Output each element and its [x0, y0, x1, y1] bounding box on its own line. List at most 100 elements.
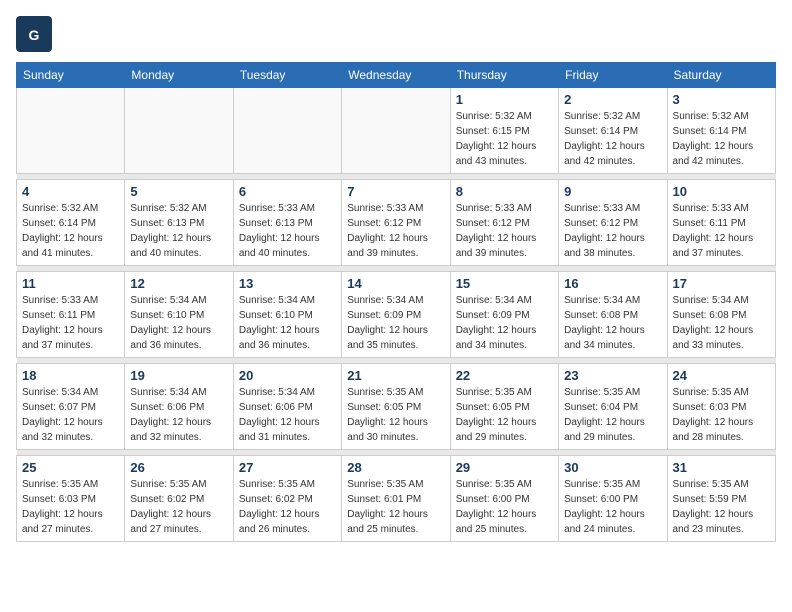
day-info: Sunrise: 5:35 AM Sunset: 6:03 PM Dayligh…	[22, 477, 119, 537]
day-info: Sunrise: 5:34 AM Sunset: 6:06 PM Dayligh…	[130, 385, 227, 445]
calendar-week-row: 25 Sunrise: 5:35 AM Sunset: 6:03 PM Dayli…	[17, 456, 776, 542]
calendar-body: 1 Sunrise: 5:32 AM Sunset: 6:15 PM Daylig…	[17, 88, 776, 542]
day-info: Sunrise: 5:35 AM Sunset: 6:02 PM Dayligh…	[239, 477, 336, 537]
calendar-cell: 8Sunrise: 5:33 AM Sunset: 6:12 PM Daylig…	[450, 180, 558, 266]
day-info: Sunrise: 5:35 AM Sunset: 6:05 PM Dayligh…	[347, 385, 444, 445]
weekday-header: Sunday	[17, 63, 125, 88]
day-number: 4	[22, 184, 119, 199]
day-info: Sunrise: 5:34 AM Sunset: 6:06 PM Dayligh…	[239, 385, 336, 445]
calendar-cell: 3Sunrise: 5:32 AM Sunset: 6:14 PM Daylig…	[667, 88, 775, 174]
day-number: 14	[347, 276, 444, 291]
calendar-cell: 25 Sunrise: 5:35 AM Sunset: 6:03 PM Dayli…	[17, 456, 125, 542]
day-number: 17	[673, 276, 770, 291]
calendar-week-row: 1 Sunrise: 5:32 AM Sunset: 6:15 PM Daylig…	[17, 88, 776, 174]
day-info: Sunrise: 5:32 AM Sunset: 6:14 PM Dayligh…	[22, 201, 119, 261]
day-info: Sunrise: 5:35 AM Sunset: 6:04 PM Dayligh…	[564, 385, 661, 445]
header: G	[16, 16, 776, 52]
day-number: 26	[130, 460, 227, 475]
calendar-cell: 31 Sunrise: 5:35 AM Sunset: 5:59 PM Dayli…	[667, 456, 775, 542]
day-number: 29	[456, 460, 553, 475]
day-info: Sunrise: 5:34 AM Sunset: 6:08 PM Dayligh…	[564, 293, 661, 353]
calendar-cell: 12Sunrise: 5:34 AM Sunset: 6:10 PM Dayli…	[125, 272, 233, 358]
calendar-cell: 20 Sunrise: 5:34 AM Sunset: 6:06 PM Dayli…	[233, 364, 341, 450]
calendar-week-row: 11 Sunrise: 5:33 AM Sunset: 6:11 PM Dayli…	[17, 272, 776, 358]
day-info: Sunrise: 5:35 AM Sunset: 6:02 PM Dayligh…	[130, 477, 227, 537]
calendar-cell: 16 Sunrise: 5:34 AM Sunset: 6:08 PM Dayli…	[559, 272, 667, 358]
weekday-header: Saturday	[667, 63, 775, 88]
day-number: 18	[22, 368, 119, 383]
day-info: Sunrise: 5:32 AM Sunset: 6:14 PM Dayligh…	[564, 109, 661, 169]
day-number: 7	[347, 184, 444, 199]
calendar-cell: 26 Sunrise: 5:35 AM Sunset: 6:02 PM Dayli…	[125, 456, 233, 542]
calendar-cell: 15Sunrise: 5:34 AM Sunset: 6:09 PM Dayli…	[450, 272, 558, 358]
day-info: Sunrise: 5:33 AM Sunset: 6:13 PM Dayligh…	[239, 201, 336, 261]
calendar-cell: 23 Sunrise: 5:35 AM Sunset: 6:04 PM Dayli…	[559, 364, 667, 450]
day-number: 23	[564, 368, 661, 383]
day-number: 9	[564, 184, 661, 199]
day-info: Sunrise: 5:34 AM Sunset: 6:08 PM Dayligh…	[673, 293, 770, 353]
day-info: Sunrise: 5:32 AM Sunset: 6:15 PM Dayligh…	[456, 109, 553, 169]
calendar-header-row: SundayMondayTuesdayWednesdayThursdayFrid…	[17, 63, 776, 88]
day-number: 27	[239, 460, 336, 475]
day-number: 11	[22, 276, 119, 291]
calendar-cell	[17, 88, 125, 174]
day-info: Sunrise: 5:33 AM Sunset: 6:12 PM Dayligh…	[347, 201, 444, 261]
calendar-week-row: 18Sunrise: 5:34 AM Sunset: 6:07 PM Dayli…	[17, 364, 776, 450]
calendar-cell: 4 Sunrise: 5:32 AM Sunset: 6:14 PM Daylig…	[17, 180, 125, 266]
day-number: 30	[564, 460, 661, 475]
day-number: 31	[673, 460, 770, 475]
calendar-cell: 17 Sunrise: 5:34 AM Sunset: 6:08 PM Dayli…	[667, 272, 775, 358]
calendar-cell: 11 Sunrise: 5:33 AM Sunset: 6:11 PM Dayli…	[17, 272, 125, 358]
day-number: 6	[239, 184, 336, 199]
calendar-cell: 18Sunrise: 5:34 AM Sunset: 6:07 PM Dayli…	[17, 364, 125, 450]
day-info: Sunrise: 5:35 AM Sunset: 5:59 PM Dayligh…	[673, 477, 770, 537]
day-number: 3	[673, 92, 770, 107]
calendar-cell: 7 Sunrise: 5:33 AM Sunset: 6:12 PM Daylig…	[342, 180, 450, 266]
calendar-cell: 13 Sunrise: 5:34 AM Sunset: 6:10 PM Dayli…	[233, 272, 341, 358]
calendar-cell: 1 Sunrise: 5:32 AM Sunset: 6:15 PM Daylig…	[450, 88, 558, 174]
day-number: 5	[130, 184, 227, 199]
day-info: Sunrise: 5:35 AM Sunset: 6:05 PM Dayligh…	[456, 385, 553, 445]
day-number: 13	[239, 276, 336, 291]
calendar-cell: 24 Sunrise: 5:35 AM Sunset: 6:03 PM Dayli…	[667, 364, 775, 450]
day-info: Sunrise: 5:35 AM Sunset: 6:03 PM Dayligh…	[673, 385, 770, 445]
day-number: 1	[456, 92, 553, 107]
day-info: Sunrise: 5:33 AM Sunset: 6:12 PM Dayligh…	[564, 201, 661, 261]
weekday-header: Tuesday	[233, 63, 341, 88]
day-info: Sunrise: 5:33 AM Sunset: 6:11 PM Dayligh…	[22, 293, 119, 353]
day-number: 22	[456, 368, 553, 383]
weekday-header: Thursday	[450, 63, 558, 88]
day-number: 16	[564, 276, 661, 291]
day-number: 12	[130, 276, 227, 291]
calendar-cell: 5Sunrise: 5:32 AM Sunset: 6:13 PM Daylig…	[125, 180, 233, 266]
day-info: Sunrise: 5:35 AM Sunset: 6:01 PM Dayligh…	[347, 477, 444, 537]
day-info: Sunrise: 5:33 AM Sunset: 6:11 PM Dayligh…	[673, 201, 770, 261]
day-info: Sunrise: 5:33 AM Sunset: 6:12 PM Dayligh…	[456, 201, 553, 261]
page-container: G SundayMondayTuesdayWednes	[16, 16, 776, 542]
calendar-cell: 19Sunrise: 5:34 AM Sunset: 6:06 PM Dayli…	[125, 364, 233, 450]
calendar-cell: 2 Sunrise: 5:32 AM Sunset: 6:14 PM Daylig…	[559, 88, 667, 174]
day-info: Sunrise: 5:35 AM Sunset: 6:00 PM Dayligh…	[456, 477, 553, 537]
calendar-table: SundayMondayTuesdayWednesdayThursdayFrid…	[16, 62, 776, 542]
calendar-cell: 28 Sunrise: 5:35 AM Sunset: 6:01 PM Dayli…	[342, 456, 450, 542]
calendar-week-row: 4 Sunrise: 5:32 AM Sunset: 6:14 PM Daylig…	[17, 180, 776, 266]
day-number: 10	[673, 184, 770, 199]
calendar-cell: 9 Sunrise: 5:33 AM Sunset: 6:12 PM Daylig…	[559, 180, 667, 266]
weekday-header: Wednesday	[342, 63, 450, 88]
day-number: 20	[239, 368, 336, 383]
day-number: 24	[673, 368, 770, 383]
day-number: 28	[347, 460, 444, 475]
calendar-cell: 10 Sunrise: 5:33 AM Sunset: 6:11 PM Dayli…	[667, 180, 775, 266]
svg-text:G: G	[29, 27, 40, 43]
calendar-cell: 27 Sunrise: 5:35 AM Sunset: 6:02 PM Dayli…	[233, 456, 341, 542]
day-number: 25	[22, 460, 119, 475]
calendar-cell	[233, 88, 341, 174]
day-info: Sunrise: 5:34 AM Sunset: 6:10 PM Dayligh…	[239, 293, 336, 353]
day-info: Sunrise: 5:35 AM Sunset: 6:00 PM Dayligh…	[564, 477, 661, 537]
day-number: 15	[456, 276, 553, 291]
weekday-header: Friday	[559, 63, 667, 88]
day-number: 21	[347, 368, 444, 383]
day-number: 2	[564, 92, 661, 107]
calendar-cell: 30 Sunrise: 5:35 AM Sunset: 6:00 PM Dayli…	[559, 456, 667, 542]
calendar-cell: 6 Sunrise: 5:33 AM Sunset: 6:13 PM Daylig…	[233, 180, 341, 266]
